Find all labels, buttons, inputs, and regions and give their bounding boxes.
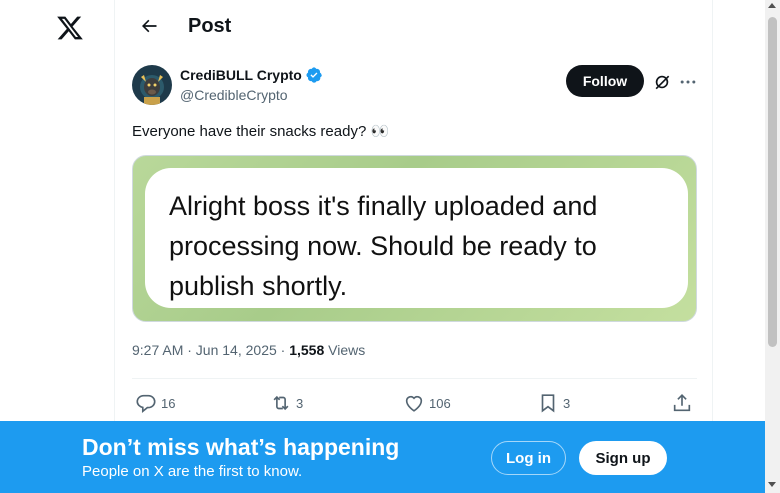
tweet-text: Everyone have their snacks ready? 👀 <box>132 123 390 140</box>
image-message-text: Alright boss it's finally uploaded and p… <box>169 191 598 301</box>
divider <box>132 378 697 379</box>
banner-title: Don’t miss what’s happening <box>82 434 400 460</box>
views-label: Views <box>324 342 366 358</box>
like-button[interactable]: 106 <box>403 392 451 414</box>
share-icon <box>673 394 691 412</box>
login-button[interactable]: Log in <box>491 441 566 475</box>
reply-icon <box>136 394 156 413</box>
more-options-icon[interactable] <box>678 72 698 92</box>
tweet-meta: 9:27 AM · Jun 14, 2025 · 1,558 Views <box>132 342 365 358</box>
grok-icon[interactable] <box>652 72 672 92</box>
tweet-image[interactable]: Alright boss it's finally uploaded and p… <box>132 155 697 322</box>
scroll-down-arrow-icon[interactable] <box>768 482 776 487</box>
banner-subtitle: People on X are the first to know. <box>82 463 303 480</box>
bookmark-count: 3 <box>563 395 571 411</box>
scroll-up-arrow-icon[interactable] <box>768 3 776 8</box>
signup-button[interactable]: Sign up <box>579 441 667 475</box>
follow-button[interactable]: Follow <box>566 65 644 97</box>
scroll-thumb[interactable] <box>768 17 777 347</box>
author-handle[interactable]: @CredibleCrypto <box>180 87 288 103</box>
verified-badge-icon <box>306 67 322 83</box>
repost-count: 3 <box>296 395 304 411</box>
message-bubble: Alright boss it's finally uploaded and p… <box>145 168 688 308</box>
x-logo-icon[interactable] <box>56 14 84 42</box>
signup-banner: Don’t miss what’s happening People on X … <box>0 421 765 493</box>
repost-icon <box>273 395 289 411</box>
post-column: Post CrediBULL Crypto @CredibleCrypto Fo… <box>114 0 713 493</box>
author-name-text: CrediBULL Crypto <box>180 67 302 83</box>
like-count: 106 <box>429 395 451 411</box>
scrollbar[interactable] <box>765 0 780 493</box>
avatar[interactable] <box>132 65 172 105</box>
page-title: Post <box>188 15 232 37</box>
back-button[interactable] <box>135 12 163 40</box>
reply-button[interactable]: 16 <box>135 392 175 414</box>
reply-count: 16 <box>161 395 176 411</box>
views-count: 1,558 <box>289 342 325 358</box>
bookmark-icon <box>541 394 555 413</box>
timestamp[interactable]: 9:27 AM · Jun 14, 2025 · <box>132 342 289 358</box>
bull-avatar-icon <box>132 65 172 105</box>
heart-icon <box>405 395 423 412</box>
left-rail <box>0 0 114 493</box>
back-arrow-icon <box>142 19 157 33</box>
share-button[interactable] <box>671 392 693 414</box>
author-name[interactable]: CrediBULL Crypto <box>180 67 322 83</box>
repost-button[interactable]: 3 <box>270 392 303 414</box>
bookmark-button[interactable]: 3 <box>537 392 570 414</box>
